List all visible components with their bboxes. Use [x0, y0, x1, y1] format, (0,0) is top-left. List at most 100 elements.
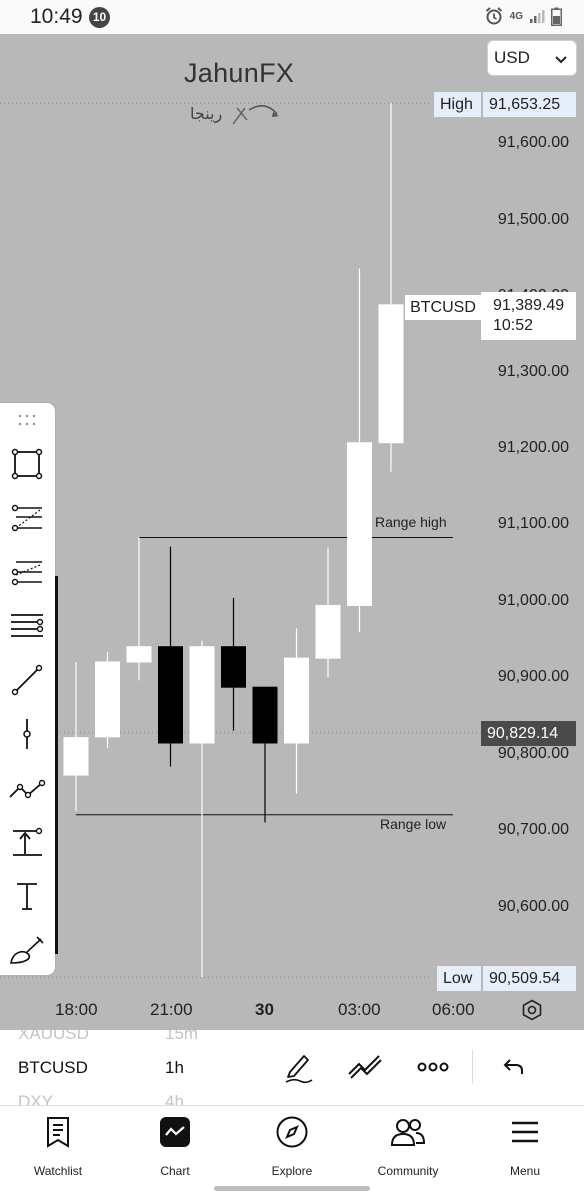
timeframe-option[interactable]: 4h: [165, 1092, 184, 1105]
rectangle-tool-icon: [11, 448, 43, 480]
time-axis-label: 06:00: [432, 1000, 475, 1019]
chevron-down-icon: [555, 56, 567, 64]
timeframe-option[interactable]: 15m: [165, 1030, 198, 1044]
nav-menu-label: Menu: [509, 1164, 541, 1178]
bottom-navigation[interactable]: Watchlist Chart Explore Community Menu: [0, 1106, 584, 1200]
currency-dropdown[interactable]: USD: [487, 40, 577, 76]
time-axis[interactable]: 18:00 21:00 30 03:00 06:00: [0, 992, 584, 1030]
price-axis-label: 90,600.00: [497, 898, 569, 915]
signal-icon: [530, 10, 545, 23]
text-tool-icon: [17, 883, 37, 910]
vertical-line-tool-button[interactable]: [6, 713, 48, 755]
vertical-line-icon: [23, 719, 31, 749]
network-type-label: 4G: [509, 10, 523, 22]
watchlist-icon: [47, 1117, 69, 1148]
trend-line-icon: [11, 664, 43, 696]
selected-timeframe[interactable]: 1h: [165, 1058, 184, 1078]
watermark-logo-text: رینجا: [190, 104, 223, 124]
last-price-tag: 91,389.49 10:52: [481, 292, 576, 340]
chart-settings-icon[interactable]: [521, 999, 543, 1021]
nav-community[interactable]: Community: [358, 1112, 458, 1182]
home-indicator[interactable]: [214, 1186, 370, 1191]
chart-watermark-logo: رینجا: [190, 102, 287, 128]
low-tag-label: Low: [437, 966, 481, 991]
more-options-button[interactable]: [413, 1050, 453, 1084]
selected-symbol[interactable]: BTCUSD: [18, 1058, 88, 1078]
status-time: 10:49: [30, 5, 83, 28]
last-price-value: 91,389.49: [493, 297, 565, 314]
price-axis-label: 91,300.00: [497, 363, 569, 380]
chart-watermark-title: JahunFX: [184, 58, 295, 88]
alarm-icon: [485, 7, 502, 25]
price-axis-label: 91,500.00: [497, 211, 569, 228]
candle-body: [126, 646, 152, 663]
high-tag-value: 91,653.25: [483, 92, 576, 117]
compass-icon: [276, 1116, 308, 1148]
price-range-tool-button[interactable]: [6, 821, 48, 863]
nav-chart[interactable]: Chart: [125, 1112, 225, 1182]
path-tool-icon: [9, 779, 46, 799]
price-axis-label: 90,900.00: [497, 668, 569, 685]
brush-tool-button[interactable]: [6, 929, 48, 971]
candle-body: [284, 657, 309, 744]
range-low-label: Range low: [380, 816, 447, 832]
high-tag-label: High: [434, 92, 481, 117]
fib-retracement-icon: [11, 504, 42, 532]
drawing-toolbar[interactable]: [0, 403, 55, 975]
time-axis-label: 03:00: [338, 1000, 381, 1019]
logo-mark-icon: [232, 105, 279, 125]
nav-explore[interactable]: Explore: [242, 1112, 342, 1182]
more-horizontal-icon: [417, 1062, 449, 1072]
low-tag-value: 90,509.54: [483, 966, 576, 991]
notification-count-badge: 10: [89, 7, 110, 28]
nav-community-label: Community: [377, 1164, 439, 1178]
time-axis-label: 21:00: [150, 1000, 193, 1019]
price-axis-label: 91,600.00: [497, 134, 569, 151]
rectangle-tool-button[interactable]: [6, 443, 48, 485]
nav-chart-label: Chart: [160, 1164, 190, 1178]
drag-handle-icon[interactable]: [17, 413, 37, 427]
symbol-option[interactable]: XAUUSD: [18, 1030, 89, 1044]
status-icons: 4G: [484, 6, 562, 26]
crosshair-price-tag: 90,829.14: [481, 721, 576, 746]
candle-body: [315, 604, 341, 659]
time-axis-label: 30: [255, 1000, 274, 1019]
undo-button[interactable]: [494, 1050, 534, 1084]
status-bar: 10:49 10 4G: [0, 0, 584, 34]
nav-menu[interactable]: Menu: [475, 1112, 575, 1182]
price-range-icon: [13, 827, 43, 856]
candle-body: [347, 442, 372, 606]
candle-body: [158, 646, 183, 744]
parallel-lines-icon: [11, 614, 44, 637]
symbol-option[interactable]: DXY: [18, 1092, 53, 1105]
price-axis-label: 90,800.00: [497, 745, 569, 762]
nav-watchlist-label: Watchlist: [33, 1164, 83, 1178]
nav-explore-label: Explore: [271, 1164, 313, 1178]
text-tool-button[interactable]: [6, 875, 48, 917]
symbol-timeframe-strip[interactable]: XAUUSD BTCUSD DXY 15m 1h 4h: [0, 1030, 584, 1106]
fib-extension-tool-button[interactable]: [6, 551, 48, 593]
range-high-label: Range high: [375, 514, 447, 530]
candle-body: [189, 646, 215, 744]
indicators-icon: [348, 1055, 382, 1079]
price-axis-label: 91,000.00: [497, 592, 569, 609]
currency-value: USD: [494, 48, 530, 67]
indicators-button[interactable]: [345, 1050, 385, 1084]
pen-icon: [285, 1055, 313, 1084]
parallel-lines-tool-button[interactable]: [6, 605, 48, 647]
fib-extension-icon: [11, 561, 42, 586]
battery-icon: [551, 7, 562, 26]
chart-area[interactable]: JahunFX رینجا USD 91,600.00 91,500.00 91…: [0, 34, 584, 1030]
brush-tool-icon: [10, 936, 44, 964]
fib-retracement-tool-button[interactable]: [6, 497, 48, 539]
path-tool-button[interactable]: [6, 767, 48, 809]
hamburger-menu-icon: [512, 1121, 538, 1143]
draw-button[interactable]: [278, 1050, 318, 1084]
candle-body: [252, 686, 278, 744]
candle-body: [378, 304, 404, 444]
price-axis-label: 91,200.00: [497, 439, 569, 456]
strip-divider: [472, 1050, 473, 1084]
nav-watchlist[interactable]: Watchlist: [8, 1112, 108, 1182]
chart-icon: [160, 1117, 190, 1147]
trend-line-tool-button[interactable]: [6, 659, 48, 701]
